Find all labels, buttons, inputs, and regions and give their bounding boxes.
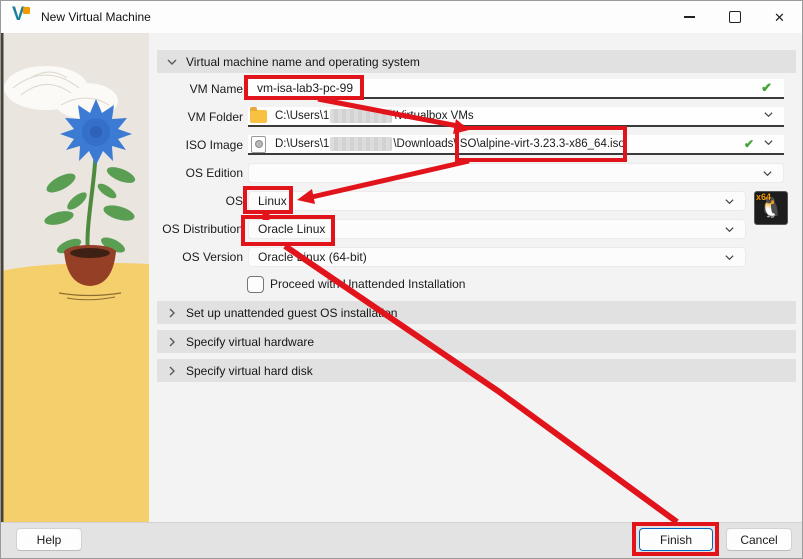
vm-folder-combo[interactable]: C:\Users\1 \Virtualbox VMs xyxy=(248,107,784,127)
chevron-right-icon xyxy=(166,336,178,348)
os-combo[interactable]: Linux xyxy=(248,191,746,211)
os-label: OS xyxy=(151,191,243,211)
iso-path-mid: \Downloads\ISO xyxy=(393,138,476,150)
iso-image-combo[interactable]: D:\Users\1 \Downloads\ISO\alpine-virt-3.… xyxy=(248,135,784,155)
maximize-button[interactable] xyxy=(712,1,757,33)
chevron-down-icon xyxy=(724,252,735,266)
os-distribution-combo[interactable]: Oracle Linux xyxy=(248,219,746,239)
help-button[interactable]: Help xyxy=(16,528,82,551)
redacted-blur xyxy=(330,109,392,123)
section-title: Specify virtual hardware xyxy=(186,335,314,349)
iso-image-label: ISO Image xyxy=(151,135,243,155)
minimize-button[interactable] xyxy=(667,1,712,33)
vm-name-label: VM Name xyxy=(151,79,243,99)
os-edition-combo[interactable] xyxy=(248,163,784,183)
section-virtual-hard-disk[interactable]: Specify virtual hard disk xyxy=(157,359,796,382)
chevron-down-icon xyxy=(724,224,735,238)
close-button[interactable]: ✕ xyxy=(757,1,802,33)
os-type-tux-x64-icon: 🐧 x64 xyxy=(754,191,788,225)
section-title: Virtual machine name and operating syste… xyxy=(186,55,420,69)
os-version-label: OS Version xyxy=(151,247,243,267)
os-distribution-value: Oracle Linux xyxy=(258,222,325,236)
vm-name-input[interactable]: vm-isa-lab3-pc-99 ✔ xyxy=(248,79,784,99)
redacted-blur xyxy=(330,137,392,151)
minimize-icon xyxy=(684,16,695,17)
section-unattended-install[interactable]: Set up unattended guest OS installation xyxy=(157,301,796,324)
flower-illustration xyxy=(1,33,149,522)
iso-path-file: \alpine-virt-3.23.3-x86_64.iso xyxy=(476,138,624,150)
new-vm-dialog: V New Virtual Machine ✕ xyxy=(0,0,803,559)
chevron-right-icon xyxy=(166,365,178,377)
iso-file-icon xyxy=(251,136,266,153)
sidebar-artwork xyxy=(1,33,149,522)
os-edition-label: OS Edition xyxy=(151,163,243,183)
cancel-button[interactable]: Cancel xyxy=(726,528,792,551)
chevron-down-icon xyxy=(724,196,735,210)
vm-name-value: vm-isa-lab3-pc-99 xyxy=(257,81,353,95)
section-title: Specify virtual hard disk xyxy=(186,364,313,378)
vm-folder-label: VM Folder xyxy=(151,107,243,127)
maximize-icon xyxy=(729,11,741,23)
vm-folder-path-prefix: C:\Users\1 xyxy=(275,110,329,122)
folder-icon xyxy=(250,110,267,123)
iso-path-prefix: D:\Users\1 xyxy=(275,138,329,150)
window-title: New Virtual Machine xyxy=(41,10,151,24)
section-virtual-hardware[interactable]: Specify virtual hardware xyxy=(157,330,796,353)
title-bar: V New Virtual Machine ✕ xyxy=(1,1,802,33)
section-title: Set up unattended guest OS installation xyxy=(186,306,397,320)
chevron-down-icon xyxy=(166,56,178,68)
vm-folder-path-suffix: \Virtualbox VMs xyxy=(393,110,473,122)
os-value: Linux xyxy=(258,194,287,208)
finish-button[interactable]: Finish xyxy=(639,528,713,551)
virtualbox-logo-icon: V xyxy=(12,7,34,27)
chevron-down-icon xyxy=(763,109,774,123)
chevron-down-icon xyxy=(762,168,773,182)
os-version-value: Oracle Linux (64-bit) xyxy=(258,250,367,264)
os-distribution-label: OS Distribution xyxy=(151,219,243,239)
unattended-installation-checkbox[interactable] xyxy=(247,276,264,293)
close-icon: ✕ xyxy=(774,11,785,24)
chevron-right-icon xyxy=(166,307,178,319)
section-name-and-os[interactable]: Virtual machine name and operating syste… xyxy=(157,50,796,73)
x64-badge: x64 xyxy=(756,192,771,202)
valid-check-icon: ✔ xyxy=(744,137,754,151)
valid-check-icon: ✔ xyxy=(761,80,772,96)
chevron-down-icon xyxy=(763,137,774,151)
unattended-installation-label: Proceed with Unattended Installation xyxy=(270,276,465,292)
os-version-combo[interactable]: Oracle Linux (64-bit) xyxy=(248,247,746,267)
